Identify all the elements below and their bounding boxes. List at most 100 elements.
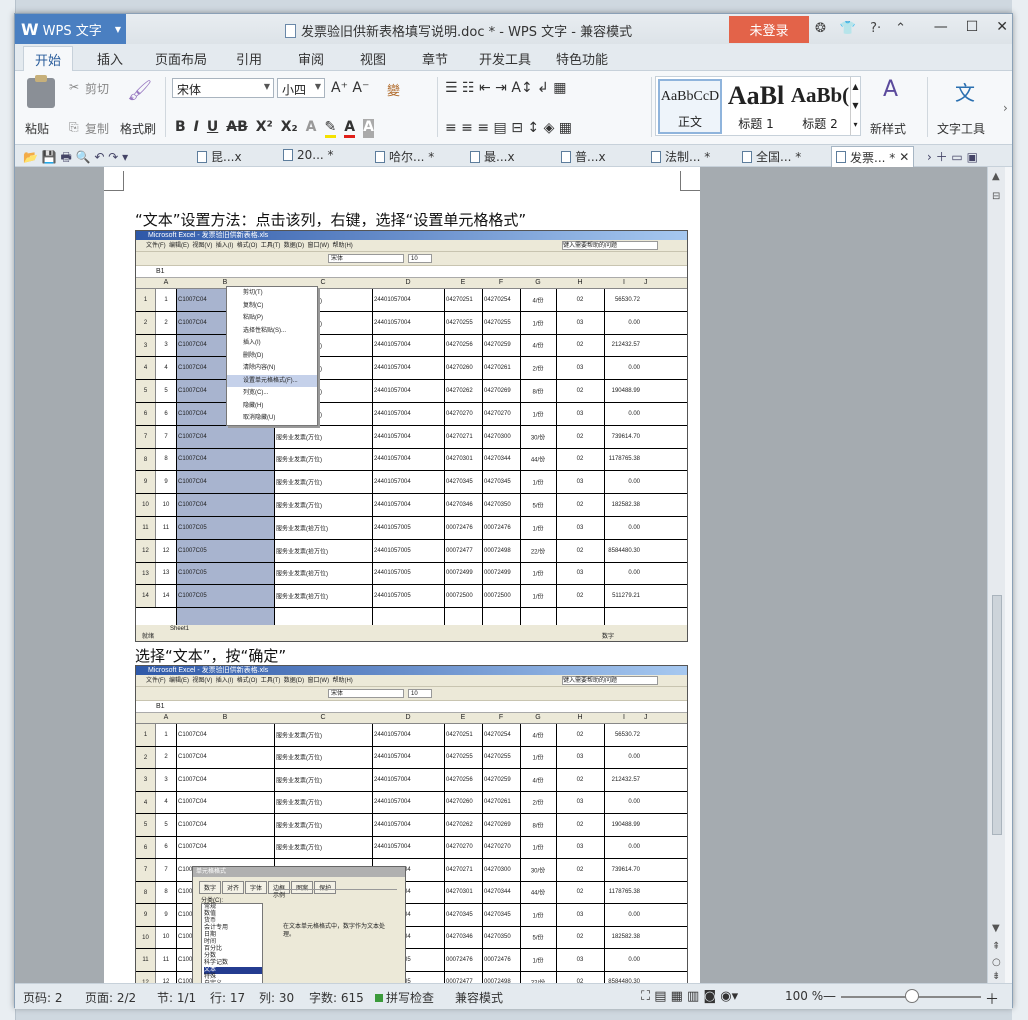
view-mode-icons[interactable]: ⛶ ▤ ▦ ▥ ◙ ◉▾ — [641, 989, 738, 1004]
close-tab-icon[interactable]: ✕ — [899, 150, 909, 164]
excel-size-box: 10 — [408, 689, 432, 698]
style-normal[interactable]: AaBbCcD 正文 — [658, 79, 722, 134]
ribbon-expand-icon[interactable]: › — [1003, 101, 1008, 115]
doc-tab-active[interactable]: 发票... * ✕ — [831, 146, 915, 167]
tab-developer[interactable]: 开发工具 — [479, 49, 531, 68]
excel-cell: 6 — [164, 844, 168, 851]
ribbon-separator — [651, 77, 652, 137]
bold-icon[interactable]: B — [175, 119, 186, 138]
paste-button[interactable]: 粘贴 — [25, 120, 49, 137]
tab-start[interactable]: 开始 — [23, 46, 73, 71]
scroll-up-icon[interactable]: ▲ — [992, 171, 1000, 182]
tab-view[interactable]: 视图 — [360, 49, 386, 68]
copy-button[interactable]: 复制 — [85, 120, 109, 137]
row-number: 2 — [136, 311, 156, 334]
shirt-icon[interactable]: 👕 — [840, 21, 856, 36]
doc-tab-label: 哈尔... * — [389, 150, 435, 164]
excel-title-bar: Microsoft Excel - 发票验旧供新表格.xls — [136, 666, 687, 675]
char-shading-icon[interactable]: A — [363, 119, 374, 138]
grow-font-icon[interactable]: A⁺ A⁻ — [331, 80, 369, 96]
excel-cell: 9 — [164, 479, 168, 486]
page-nav-icon[interactable]: ⊟ — [992, 191, 1000, 202]
style-heading1[interactable]: AaBl 标题 1 — [724, 79, 788, 134]
tab-references[interactable]: 引用 — [236, 49, 262, 68]
gallery-scroll[interactable]: ▲ ▼ ▾ — [850, 77, 860, 135]
text-effect-icon[interactable]: A — [306, 119, 317, 138]
style-gallery: AaBbCcD 正文 AaBl 标题 1 AaBb( 标题 2 ▲ ▼ ▾ — [655, 76, 861, 136]
align-icons[interactable]: ≡ ≡ ≡ ▤ ⊟ ↕ ◈ ▦ — [445, 120, 572, 136]
excel-cell: 04270345 — [484, 911, 511, 918]
maximize-icon[interactable]: ☐ — [966, 19, 979, 35]
underline-icon[interactable]: U — [207, 119, 218, 138]
excel-cell: 04270251 — [446, 731, 473, 738]
strikethrough-icon[interactable]: AB — [226, 119, 248, 138]
close-icon[interactable]: ✕ — [996, 19, 1008, 35]
clipboard-icon[interactable] — [27, 75, 55, 108]
tab-chapter[interactable]: 章节 — [422, 49, 448, 68]
zoom-slider-knob[interactable] — [905, 989, 919, 1003]
scissors-icon: ✂ — [69, 80, 80, 94]
tab-page-layout[interactable]: 页面布局 — [155, 49, 207, 68]
help-icon[interactable]: ?· — [870, 21, 881, 36]
font-size-select[interactable]: 小四 ▼ — [277, 78, 325, 98]
excel-menu-item: 编辑(E) — [169, 678, 190, 684]
row-number: 7 — [136, 425, 156, 448]
font-color-icon[interactable]: A — [344, 119, 356, 138]
excel-cell: 03 — [576, 524, 584, 531]
zoom-out-icon[interactable]: — — [823, 989, 836, 1004]
doc-tab[interactable]: 全国... * — [742, 148, 801, 165]
tab-special-features[interactable]: 特色功能 — [556, 49, 608, 68]
tab-nav-icons[interactable]: › ＋ ▭ ▣ — [927, 148, 978, 165]
excel-col-label: G — [535, 279, 541, 286]
excel-col-label: H — [577, 714, 583, 721]
next-page-icon[interactable]: ⇟ — [992, 971, 1000, 982]
doc-tab-label: 普...x — [575, 150, 606, 164]
tab-review[interactable]: 审阅 — [298, 49, 324, 68]
pinyin-icon[interactable]: 變 — [387, 80, 400, 99]
superscript-icon[interactable]: X² — [256, 119, 273, 138]
excel-cell: 04270301 — [446, 889, 473, 896]
excel-cell: 4/份 — [532, 778, 544, 785]
doc-tab[interactable]: 法制... * — [651, 148, 710, 165]
excel-screenshot-2: Microsoft Excel - 发票验旧供新表格.xls 文件(F) 编辑(… — [135, 665, 688, 983]
zoom-in-icon[interactable]: ＋ — [985, 989, 999, 1009]
excel-cell: C1007C04 — [178, 502, 207, 509]
collapse-ribbon-icon[interactable]: ⌃ — [895, 21, 906, 36]
doc-tab[interactable]: 昆...x — [197, 148, 242, 165]
style-heading2[interactable]: AaBb( 标题 2 — [788, 79, 852, 134]
excel-cell: 04270270 — [484, 844, 511, 851]
scroll-thumb[interactable] — [992, 595, 1002, 835]
excel-cell: 服务业发票(万位) — [276, 480, 322, 487]
doc-tab[interactable]: 哈尔... * — [375, 148, 434, 165]
status-col: 列: 30 — [259, 991, 295, 1005]
quick-access-icons[interactable]: 📂 💾 🖶 🔍 ↶ ↷ ▾ — [23, 148, 128, 169]
excel-row: 14 14 C1007C05 服务业发票(拾万位) 24401057005 0007250… — [136, 585, 687, 609]
select-browse-icon[interactable]: ○ — [992, 957, 1001, 968]
excel-menu-item: 帮助(H) — [332, 243, 353, 249]
scroll-down-icon[interactable]: ▼ — [992, 923, 1000, 934]
format-painter-button[interactable]: 格式刷 — [120, 120, 156, 137]
vertical-scrollbar[interactable]: ▲ ⊟ ▼ ⇞ ○ ⇟ — [987, 167, 1005, 983]
doc-tab[interactable]: 最...x — [470, 148, 515, 165]
doc-tab[interactable]: 20... * — [283, 148, 334, 162]
minimize-icon[interactable]: — — [934, 19, 948, 35]
spell-check-toggle[interactable]: 拼写检查 — [375, 989, 434, 1006]
italic-icon[interactable]: I — [194, 119, 199, 138]
font-name-select[interactable]: 宋体 ▼ — [172, 78, 274, 98]
login-button[interactable]: 未登录 — [729, 16, 809, 43]
excel-cell: 30/份 — [530, 435, 546, 442]
app-menu-button[interactable]: W WPS 文字 ▼ — [15, 14, 126, 44]
highlight-icon[interactable]: ✎ — [324, 119, 337, 138]
new-style-button[interactable]: 新样式 — [870, 120, 906, 137]
style-label: 正文 — [677, 115, 702, 129]
skin-icon[interactable]: ❂ — [815, 21, 826, 36]
category-item: 科学记数 — [204, 960, 229, 966]
cut-button[interactable]: 剪切 — [85, 80, 109, 97]
subscript-icon[interactable]: X₂ — [281, 119, 298, 138]
tab-insert[interactable]: 插入 — [97, 49, 123, 68]
list-icons[interactable]: ☰ ☷ ⇤ ⇥ A↕ ↲ ▦ — [445, 80, 567, 96]
doc-tab[interactable]: 普...x — [561, 148, 606, 165]
prev-page-icon[interactable]: ⇞ — [992, 941, 1000, 952]
excel-menu-item: 视图(V) — [192, 243, 213, 249]
text-tools-button[interactable]: 文字工具 — [937, 120, 985, 137]
